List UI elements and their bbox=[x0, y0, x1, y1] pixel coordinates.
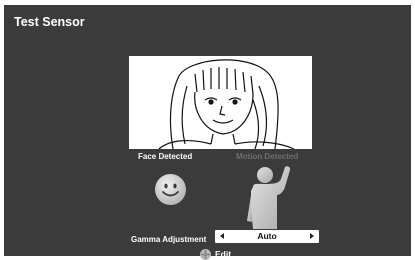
gamma-adjustment-selector[interactable]: Auto bbox=[215, 230, 319, 243]
gamma-value: Auto bbox=[257, 231, 277, 241]
person-waving-icon bbox=[247, 166, 291, 229]
camera-preview bbox=[129, 56, 312, 149]
edit-button[interactable]: Edit bbox=[200, 248, 231, 260]
edit-label: Edit bbox=[215, 249, 232, 259]
page-title: Test Sensor bbox=[14, 15, 85, 29]
dpad-icon bbox=[200, 248, 211, 260]
face-detected-label: Face Detected bbox=[138, 152, 193, 161]
gamma-adjustment-label: Gamma Adjustment bbox=[131, 235, 207, 244]
sensor-screen: Test Sensor Face Detected Motion Detecte… bbox=[4, 5, 411, 260]
smiley-icon bbox=[155, 174, 186, 205]
motion-detected-label: Motion Detected bbox=[236, 152, 299, 161]
camera-preview-image bbox=[129, 56, 312, 149]
arrow-right-icon[interactable] bbox=[310, 233, 314, 239]
